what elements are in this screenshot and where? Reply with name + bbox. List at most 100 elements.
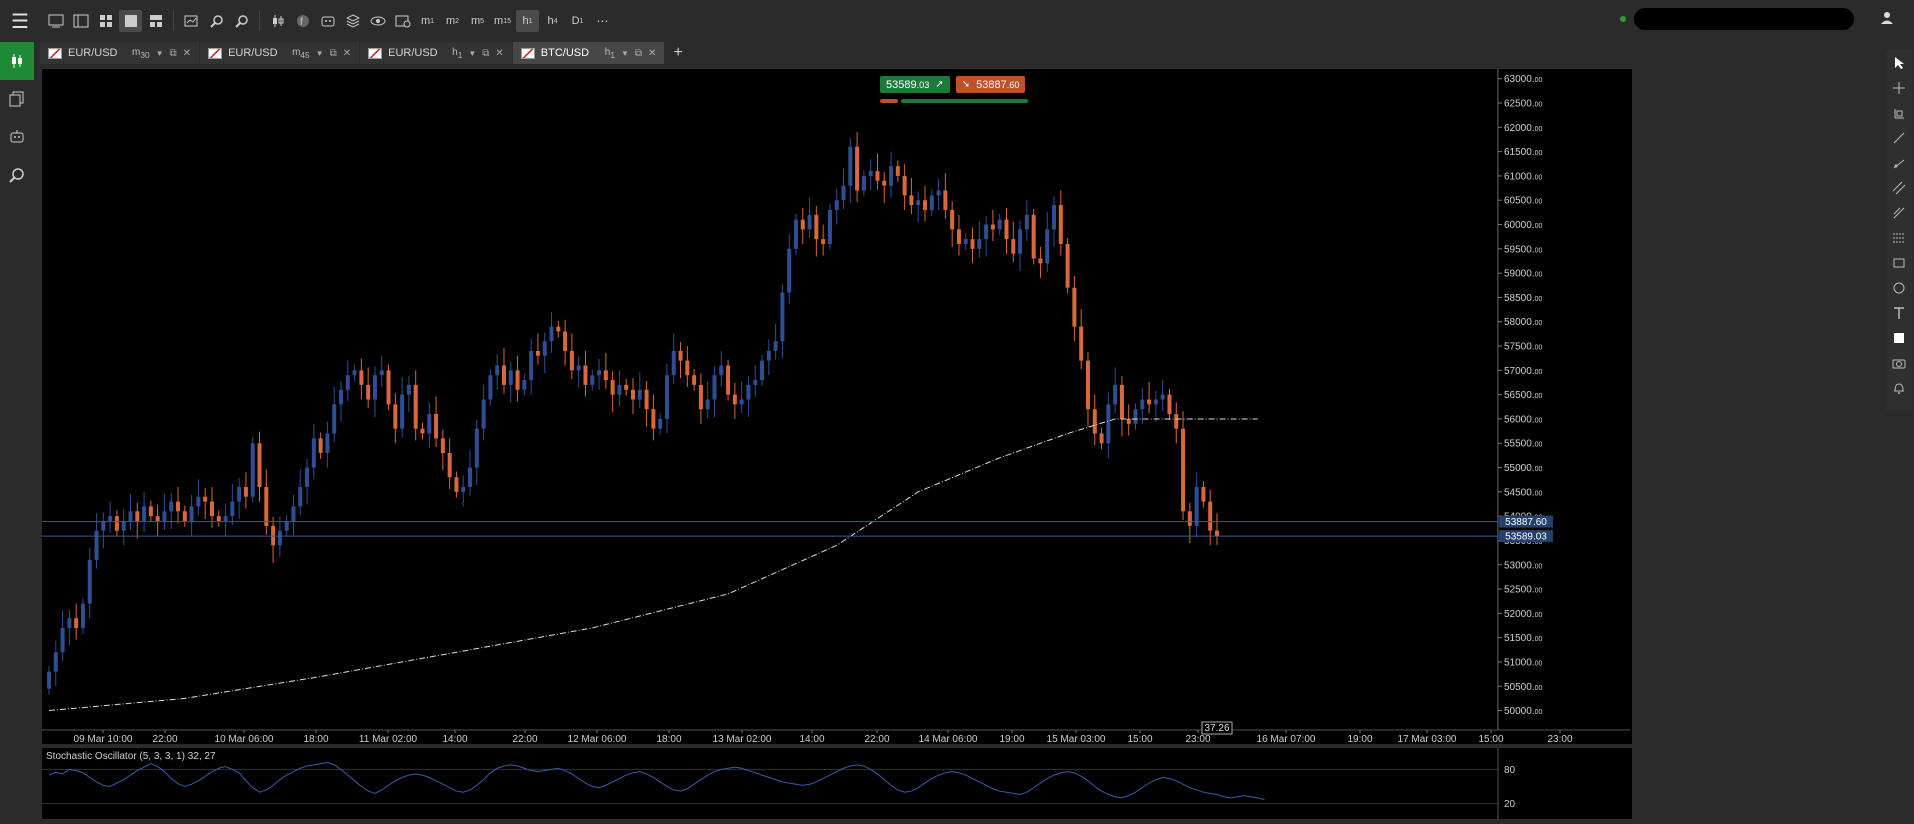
candle-bear (1058, 205, 1063, 244)
sidebar-copy-icon[interactable] (0, 80, 34, 118)
candle-bear (1174, 414, 1179, 429)
new-chart-icon[interactable] (44, 10, 67, 32)
sell-price-button[interactable]: 53589.03 ➚ (880, 76, 950, 93)
candle-bear (895, 166, 900, 176)
tab-timeframe[interactable]: m30 (132, 47, 150, 60)
timeframe-h1[interactable]: h1 (516, 10, 539, 32)
bots-icon[interactable] (316, 10, 339, 32)
candle-bear (1215, 530, 1219, 537)
candle-bull (87, 559, 92, 604)
camera-icon[interactable] (1886, 350, 1912, 375)
chevron-down-icon[interactable]: ▼ (621, 49, 629, 58)
top-toolbar: ☰ f m 1 m 2 m 5 m 15 h 1 h 4 D 1 ⋯ (0, 0, 1914, 42)
indicators-icon[interactable]: f (291, 10, 314, 32)
more-timeframes-button[interactable]: ⋯ (591, 10, 614, 32)
tab-symbol: EUR/USD (68, 47, 118, 59)
sidebar-automate-icon[interactable] (0, 118, 34, 156)
tab-btcusd-h1[interactable]: BTC/USD h1 ▼ ⧉ ✕ (512, 42, 666, 64)
trendline-icon[interactable] (1886, 125, 1912, 150)
sell-price-small: .03 (916, 79, 930, 90)
chart-settings-icon[interactable] (180, 10, 203, 32)
close-icon[interactable]: ✕ (648, 48, 656, 59)
candle-bear (943, 190, 948, 210)
tab-timeframe[interactable]: h1 (452, 47, 462, 60)
account-name-redacted[interactable] (1634, 8, 1854, 30)
cursor-icon[interactable] (1886, 50, 1912, 75)
candle-bear (882, 180, 887, 186)
chevron-down-icon[interactable]: ▼ (468, 49, 476, 58)
candle-bull (529, 350, 534, 381)
tab-eurusd-m30[interactable]: EUR/USD m30 ▼ ⧉ ✕ (40, 42, 201, 64)
color-swatch-icon[interactable] (1886, 325, 1912, 350)
alert-bell-icon[interactable] (1886, 375, 1912, 400)
sell-price: 53589.03 (886, 79, 929, 91)
candle-bull (128, 511, 133, 522)
candle-bull (67, 618, 72, 628)
crosshair-icon[interactable] (1886, 75, 1912, 100)
eye-icon[interactable] (366, 10, 389, 32)
layers-icon[interactable] (341, 10, 364, 32)
chart-area[interactable]: 63000.00 62500.00 62000.00 61500.00 61000.00… (40, 64, 1632, 822)
x-tick-label: 18:00 (656, 734, 681, 745)
candle-bull (230, 501, 235, 517)
candle-bear (1065, 243, 1070, 288)
zoom-in-icon[interactable] (205, 10, 228, 32)
popout-icon[interactable]: ⧉ (482, 48, 489, 59)
chart-properties-icon[interactable] (391, 10, 414, 32)
timeframe-m1[interactable]: m1 (416, 10, 439, 32)
candlestick-type-icon[interactable] (266, 10, 289, 32)
timeframe-m5[interactable]: m5 (466, 10, 489, 32)
close-icon[interactable]: ✕ (343, 48, 351, 59)
candle-bull (427, 414, 432, 434)
user-icon[interactable] (1880, 11, 1894, 28)
hamburger-icon[interactable]: ☰ (0, 0, 40, 42)
add-tab-button[interactable]: + (665, 44, 690, 62)
pitchfork-icon[interactable] (1886, 200, 1912, 225)
zoom-out-icon[interactable] (230, 10, 253, 32)
timeframe-m15[interactable]: m 15 (491, 10, 514, 32)
popout-icon[interactable]: ⧉ (170, 48, 177, 59)
channel-icon[interactable] (1886, 175, 1912, 200)
sidebar-trade-icon[interactable] (0, 42, 34, 80)
grid-layout-icon[interactable] (94, 10, 117, 32)
candle-bull (997, 219, 1002, 230)
timeframe-d1[interactable]: D1 (566, 10, 589, 32)
buy-price-button[interactable]: ➘ 53887.60 (955, 76, 1026, 93)
ray-icon[interactable] (1886, 150, 1912, 175)
candle-bull (705, 399, 710, 410)
timeframe-m2[interactable]: m2 (441, 10, 464, 32)
split-layout-icon[interactable] (144, 10, 167, 32)
account-area (1620, 8, 1894, 30)
close-icon[interactable]: ✕ (183, 48, 191, 59)
candle-bull (542, 341, 547, 356)
candle-bear (420, 428, 425, 434)
popout-icon[interactable]: ⧉ (635, 48, 642, 59)
candle-bull (101, 521, 106, 531)
price-chart[interactable]: 63000.0062500.0062000.0061500.0061000.00… (40, 64, 1632, 822)
candle-bull (298, 486, 303, 507)
fibonacci-icon[interactable] (1886, 225, 1912, 250)
circle-icon[interactable] (1886, 275, 1912, 300)
measure-icon[interactable] (1886, 100, 1912, 125)
candle-bear (155, 516, 160, 522)
tab-eurusd-h1[interactable]: EUR/USD h1 ▼ ⧉ ✕ (360, 42, 513, 64)
chevron-down-icon[interactable]: ▼ (156, 49, 164, 58)
candle-bull (1045, 229, 1050, 264)
close-icon[interactable]: ✕ (495, 48, 503, 59)
tab-timeframe[interactable]: m45 (292, 47, 310, 60)
x-tick-label: 13 Mar 02:00 (713, 734, 772, 745)
chevron-down-icon[interactable]: ▼ (316, 49, 324, 58)
rectangle-icon[interactable] (1886, 250, 1912, 275)
tab-timeframe[interactable]: h1 (605, 47, 615, 60)
candle-bull (379, 370, 384, 376)
timeframe-h4[interactable]: h4 (541, 10, 564, 32)
sidebar-analyze-icon[interactable] (0, 156, 34, 194)
candle-bull (305, 467, 310, 487)
popout-icon[interactable]: ⧉ (330, 48, 337, 59)
tab-eurusd-m45[interactable]: EUR/USD m45 ▼ ⧉ ✕ (200, 42, 361, 64)
detach-chart-icon[interactable] (69, 10, 92, 32)
text-icon[interactable] (1886, 300, 1912, 325)
candle-bull (712, 375, 717, 400)
single-layout-icon[interactable] (119, 10, 142, 32)
candle-bear (1147, 399, 1152, 405)
